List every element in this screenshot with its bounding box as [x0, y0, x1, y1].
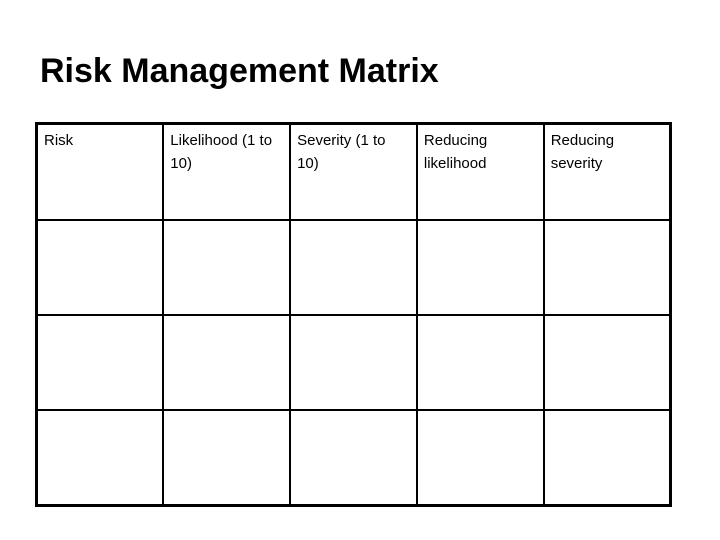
cell-likelihood[interactable]	[162, 409, 292, 507]
cell-value	[551, 320, 664, 321]
column-header-reducing-severity: Reducing severity	[542, 122, 672, 221]
risk-matrix-table: Risk Likelihood (1 to 10) Severity (1 to…	[35, 122, 672, 507]
column-header-label: Risk	[44, 132, 74, 149]
table-row	[35, 409, 672, 507]
cell-risk[interactable]	[35, 314, 165, 411]
cell-reducing-likelihood[interactable]	[415, 219, 545, 316]
cell-value	[44, 415, 157, 416]
cell-reducing-likelihood[interactable]	[415, 409, 545, 507]
column-header-severity: Severity (1 to 10)	[289, 122, 418, 221]
slide-canvas: Risk Management Matrix Risk Likelihood (…	[0, 0, 720, 540]
cell-reducing-severity[interactable]	[542, 314, 672, 411]
cell-severity[interactable]	[289, 409, 418, 507]
cell-value	[170, 415, 284, 416]
cell-value	[424, 320, 538, 321]
risk-matrix-container: Risk Likelihood (1 to 10) Severity (1 to…	[35, 122, 672, 507]
column-header-risk: Risk	[35, 122, 165, 221]
cell-value	[424, 225, 538, 226]
cell-value	[297, 225, 411, 226]
cell-value	[551, 415, 664, 416]
cell-severity[interactable]	[289, 314, 418, 411]
column-header-likelihood: Likelihood (1 to 10)	[162, 122, 292, 221]
column-header-label: Reducing likelihood	[423, 132, 488, 172]
column-header-label: Reducing severity	[550, 132, 615, 172]
cell-value	[44, 225, 157, 226]
column-header-label: Likelihood (1 to 10)	[170, 132, 273, 172]
cell-value	[44, 320, 157, 321]
cell-value	[551, 225, 664, 226]
cell-risk[interactable]	[35, 219, 165, 316]
cell-likelihood[interactable]	[162, 314, 292, 411]
cell-reducing-severity[interactable]	[542, 409, 672, 507]
cell-value	[170, 320, 284, 321]
cell-risk[interactable]	[35, 409, 165, 507]
cell-reducing-likelihood[interactable]	[415, 314, 545, 411]
cell-reducing-severity[interactable]	[542, 219, 672, 316]
column-header-label: Severity (1 to 10)	[297, 132, 386, 172]
cell-value	[297, 415, 411, 416]
table-header-row: Risk Likelihood (1 to 10) Severity (1 to…	[35, 122, 672, 221]
table-row	[35, 219, 672, 316]
page-title: Risk Management Matrix	[40, 52, 439, 90]
cell-likelihood[interactable]	[162, 219, 292, 316]
column-header-reducing-likelihood: Reducing likelihood	[415, 122, 545, 221]
cell-severity[interactable]	[289, 219, 418, 316]
cell-value	[170, 225, 284, 226]
cell-value	[424, 415, 538, 416]
cell-value	[297, 320, 411, 321]
table-row	[35, 314, 672, 411]
